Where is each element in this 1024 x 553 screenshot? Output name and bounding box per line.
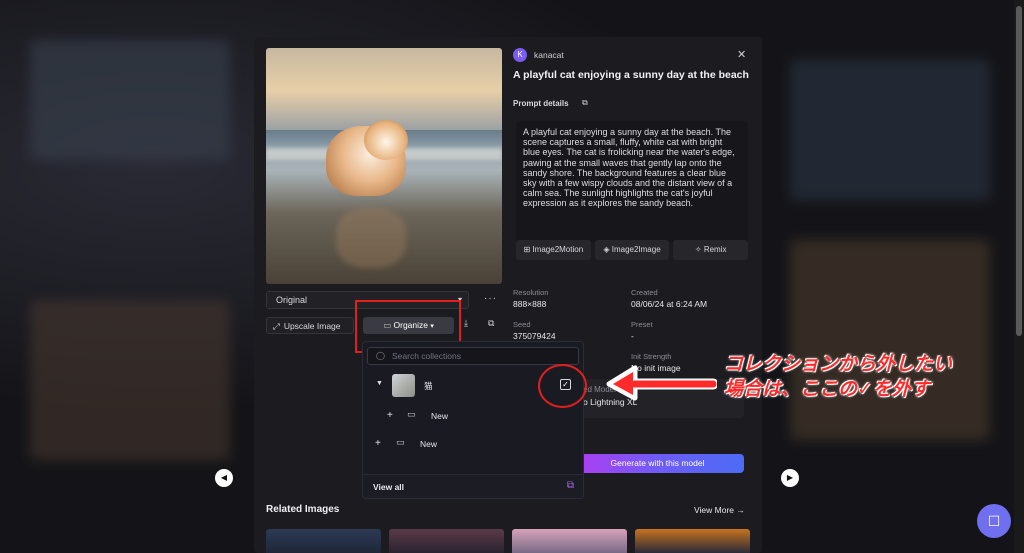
username[interactable]: kanacat <box>534 50 564 60</box>
new-collection-row[interactable]: + ▭ New <box>363 431 583 457</box>
plus-icon: + <box>375 438 381 449</box>
annotation-line-1: コレクションから外したい <box>724 353 953 375</box>
init-strength-label: Init Strength <box>631 352 672 361</box>
background-tile <box>790 240 990 440</box>
preset-field: Preset - <box>631 320 653 341</box>
seed-label: Seed <box>513 320 531 329</box>
image-title: A playful cat enjoying a sunny day at th… <box>513 69 749 81</box>
image2image-button[interactable]: ◈ Image2Image <box>594 240 670 260</box>
related-image[interactable] <box>266 529 381 553</box>
close-icon[interactable]: ✕ <box>737 48 746 61</box>
remix-button[interactable]: ✧ Remix <box>673 240 749 260</box>
new-collection-label: New <box>420 439 438 449</box>
view-more-label: View More <box>694 505 734 515</box>
folder-icon: ▭ <box>396 437 405 447</box>
checkbox-highlight-circle <box>538 364 587 408</box>
chevron-left-icon: ◀ <box>220 473 228 482</box>
new-subcollection-label: New <box>431 411 449 421</box>
created-field: Created 08/06/24 at 6:24 AM <box>631 288 707 309</box>
search-icon: ◯ <box>376 351 385 360</box>
collection-search-input[interactable]: ◯ Search collections <box>367 347 579 365</box>
preset-label: Preset <box>631 320 653 329</box>
remix-icon: ✧ <box>694 245 704 254</box>
upscale-button[interactable]: ⤢ Upscale Image <box>266 317 354 334</box>
external-link-icon: ⧉ <box>566 480 574 491</box>
prompt-text: A playful cat enjoying a sunny day at th… <box>516 121 748 243</box>
chat-support-button[interactable]: ☐ <box>977 504 1011 538</box>
caret-down-icon[interactable]: ▼ <box>376 380 383 387</box>
collection-name: 猫 <box>424 381 433 391</box>
plus-icon: + <box>387 410 393 421</box>
view-more-link[interactable]: View More → <box>694 505 745 515</box>
chevron-right-icon: ▶ <box>786 473 794 482</box>
download-icon[interactable]: ⤓ <box>464 318 468 329</box>
image2motion-button[interactable]: ⊞ Image2Motion <box>516 240 591 260</box>
related-images-title: Related Images <box>266 504 340 515</box>
background-tile <box>790 60 990 200</box>
upscale-icon: ⤢ <box>273 321 280 331</box>
created-value: 08/06/24 at 6:24 AM <box>631 299 708 309</box>
related-image[interactable] <box>635 529 750 553</box>
folder-icon: ▭ <box>407 409 416 419</box>
image2motion-label: Image2Motion <box>532 245 584 254</box>
generated-image[interactable] <box>266 48 502 284</box>
resolution-label: Resolution <box>513 288 549 297</box>
previous-image-button[interactable]: ◀ <box>215 469 233 487</box>
preset-value: - <box>631 331 634 341</box>
arrow-right-icon: → <box>736 505 745 515</box>
chat-icon: ☐ <box>987 513 1001 529</box>
view-all-collections[interactable]: View all ⧉ <box>363 474 583 498</box>
seed-field: Seed 375079424 <box>513 320 556 341</box>
background-tile <box>30 300 230 460</box>
view-all-label: View all <box>373 482 405 492</box>
avatar[interactable]: K <box>513 48 527 62</box>
annotation-text: コレクションから外したい 場合は、ここの✓を外す <box>724 352 952 402</box>
resolution-value: 888×888 <box>513 299 547 309</box>
prompt-details-label: Prompt details <box>513 99 569 108</box>
created-label: Created <box>631 288 658 297</box>
size-select-value: Original <box>276 295 308 305</box>
more-options-icon[interactable]: ··· <box>484 293 497 304</box>
next-image-button[interactable]: ▶ <box>781 469 799 487</box>
upscale-label: Upscale Image <box>283 321 341 331</box>
copy-icon[interactable]: ⧉ <box>582 98 588 108</box>
image2image-label: Image2Image <box>611 245 661 254</box>
page-scrollbar[interactable] <box>1014 0 1024 553</box>
resolution-field: Resolution 888×888 <box>513 288 548 309</box>
generate-with-model-button[interactable]: Generate with this model <box>571 454 744 473</box>
remix-label: Remix <box>703 245 727 254</box>
related-image[interactable] <box>512 529 627 553</box>
collections-dropdown: ◯ Search collections ▼ 猫 ✓ + ▭ New + ▭ N… <box>362 341 584 499</box>
external-link-icon[interactable]: ⧉ <box>488 318 494 329</box>
seed-value: 375079424 <box>513 331 556 341</box>
collection-thumbnail <box>392 374 415 397</box>
search-placeholder: Search collections <box>392 351 461 361</box>
annotation-line-2: 場合は、ここの✓を外す <box>724 378 930 400</box>
new-subcollection-row[interactable]: + ▭ New <box>363 403 583 429</box>
annotation-arrow-icon <box>606 365 717 401</box>
background-tile <box>30 40 230 160</box>
layers-icon: ◈ <box>603 245 612 254</box>
related-image[interactable] <box>389 529 504 553</box>
